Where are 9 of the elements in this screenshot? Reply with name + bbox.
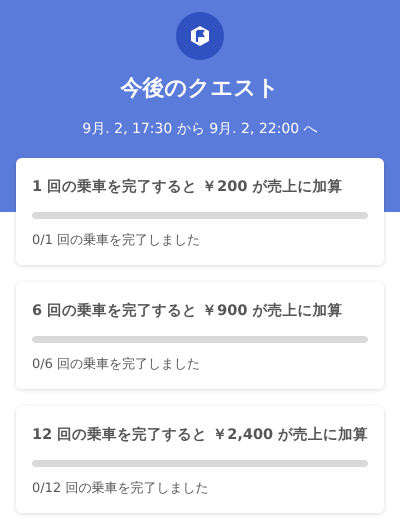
progress-text: 0/12 回の乗車を完了しました	[32, 480, 210, 497]
flag-icon	[176, 12, 224, 60]
period-text: 9月. 2, 17:30 から 9月. 2, 22:00 へ	[82, 120, 318, 138]
quest-goal: 6 回の乗車を完了すると ￥900 が売上に加算	[32, 301, 344, 320]
progress-text: 0/6 回の乗車を完了しました	[32, 356, 202, 373]
progress-text: 0/1 回の乗車を完了しました	[32, 232, 202, 249]
quest-goal: 1 回の乗車を完了すると ￥200 が売上に加算	[32, 177, 344, 196]
quest-goal: 12 回の乗車を完了すると ￥2,400 が売上に加算	[32, 425, 368, 444]
page-title: 今後のクエスト	[120, 75, 280, 103]
